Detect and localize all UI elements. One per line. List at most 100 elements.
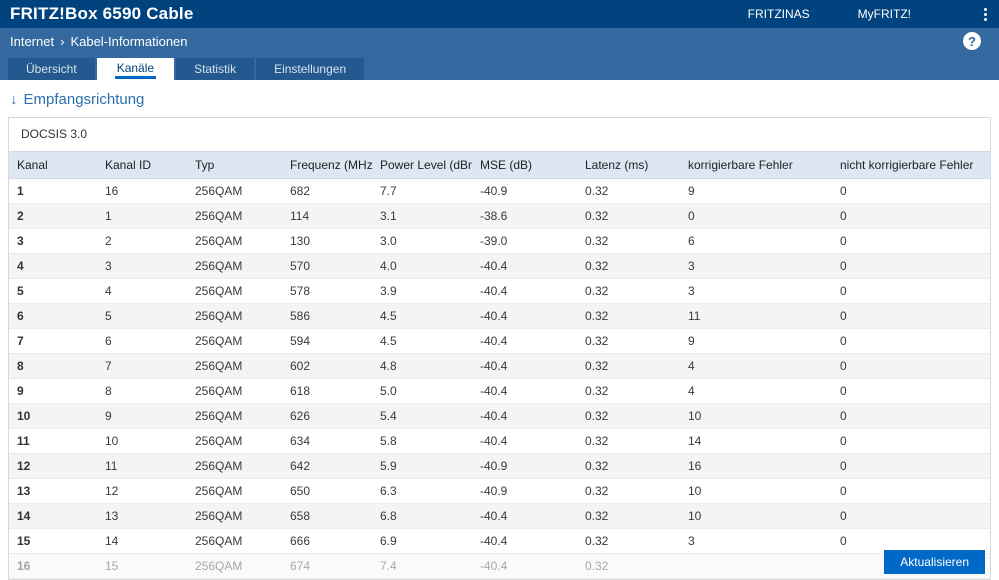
table-row: 10 9 256QAM 626 5.4 -40.4 0.32 10 0 — [9, 403, 990, 429]
top-link-fritznas[interactable]: FRITZINAS — [748, 7, 810, 21]
table-cell: 4 — [680, 378, 832, 404]
table-cell: 0.32 — [577, 253, 680, 279]
table-cell: 3 — [9, 228, 97, 254]
table-row: 1 16 256QAM 682 7.7 -40.9 0.32 9 0 — [9, 178, 990, 204]
table-cell: -40.4 — [472, 528, 577, 554]
tab-kanaele[interactable]: Kanäle — [96, 58, 175, 80]
tab-statistik[interactable]: Statistik — [176, 58, 255, 80]
column-header: Power Level (dBmV) — [372, 151, 472, 179]
table-cell: 14 — [680, 428, 832, 454]
table-row: 14 13 256QAM 658 6.8 -40.4 0.32 10 0 — [9, 503, 990, 529]
table-cell: 0 — [832, 503, 990, 529]
table-cell: 4 — [97, 278, 187, 304]
table-cell: 256QAM — [187, 478, 282, 504]
table-cell: 3.9 — [372, 278, 472, 304]
table-cell: 130 — [282, 228, 372, 254]
table-row: 15 14 256QAM 666 6.9 -40.4 0.32 3 0 — [9, 528, 990, 554]
table-cell: 16 — [680, 453, 832, 479]
table-cell: 256QAM — [187, 378, 282, 404]
table-cell: 0 — [832, 203, 990, 229]
column-header: Frequenz (MHz) — [282, 151, 372, 179]
table-cell: 7 — [9, 328, 97, 354]
table-cell: 13 — [97, 503, 187, 529]
table-cell: 0.32 — [577, 553, 680, 579]
section-heading-empfangsrichtung[interactable]: ↓ Empfangsrichtung — [0, 80, 999, 117]
table-cell: 9 — [9, 378, 97, 404]
column-header: MSE (dB) — [472, 151, 577, 179]
table-cell: 586 — [282, 303, 372, 329]
content-area: ↓ Empfangsrichtung DOCSIS 3.0 Kanal Kanal… — [0, 80, 999, 580]
table-cell: 0 — [832, 478, 990, 504]
table-cell: 0.32 — [577, 453, 680, 479]
table-cell: 0.32 — [577, 428, 680, 454]
table-cell: 0 — [832, 278, 990, 304]
table-row: 12 11 256QAM 642 5.9 -40.9 0.32 16 0 — [9, 453, 990, 479]
table-cell: 4 — [680, 353, 832, 379]
breadcrumb-bar: Internet › Kabel-Informationen ? — [0, 28, 999, 55]
help-icon[interactable]: ? — [963, 32, 981, 50]
collapse-arrow-icon: ↓ — [10, 91, 18, 108]
section-title: Empfangsrichtung — [23, 91, 145, 108]
table-cell: -40.4 — [472, 278, 577, 304]
table-cell: 0.32 — [577, 353, 680, 379]
table-cell: 0 — [832, 353, 990, 379]
table-cell: 0 — [680, 203, 832, 229]
table-cell: 11 — [680, 303, 832, 329]
table-cell: 578 — [282, 278, 372, 304]
table-row: 3 2 256QAM 130 3.0 -39.0 0.32 6 0 — [9, 228, 990, 254]
table-cell: 0.32 — [577, 178, 680, 204]
table-cell: 5.8 — [372, 428, 472, 454]
table-cell: 5.9 — [372, 453, 472, 479]
table-cell: 16 — [9, 553, 97, 579]
table-row: 5 4 256QAM 578 3.9 -40.4 0.32 3 0 — [9, 278, 990, 304]
table-cell: 594 — [282, 328, 372, 354]
table-cell: 642 — [282, 453, 372, 479]
table-cell: 0.32 — [577, 328, 680, 354]
table-cell: 0 — [832, 328, 990, 354]
tab-label: Kanäle — [114, 59, 157, 79]
table-cell: 6 — [9, 303, 97, 329]
breadcrumb-internet[interactable]: Internet — [10, 34, 54, 49]
table-cell: 5.0 — [372, 378, 472, 404]
table-cell: 2 — [9, 203, 97, 229]
tab-einstellungen[interactable]: Einstellungen — [256, 58, 365, 80]
table-cell: 7.7 — [372, 178, 472, 204]
table-cell: 7 — [97, 353, 187, 379]
table-cell: -40.4 — [472, 353, 577, 379]
table-cell: 0.32 — [577, 378, 680, 404]
table-cell: 650 — [282, 478, 372, 504]
table-cell: 256QAM — [187, 328, 282, 354]
table-cell: 114 — [282, 203, 372, 229]
table-cell: 8 — [9, 353, 97, 379]
refresh-button[interactable]: Aktualisieren — [884, 550, 985, 574]
kebab-menu-icon[interactable] — [977, 4, 993, 24]
table-cell: 634 — [282, 428, 372, 454]
table-cell: 4.5 — [372, 303, 472, 329]
table-cell: 10 — [97, 428, 187, 454]
table-cell: 3 — [97, 253, 187, 279]
table-cell: 11 — [9, 428, 97, 454]
table-cell: 602 — [282, 353, 372, 379]
table-cell: 12 — [9, 453, 97, 479]
breadcrumb-page: Kabel-Informationen — [70, 34, 188, 49]
tab-bar: Übersicht Kanäle Statistik Einstellungen — [0, 55, 999, 80]
table-cell: 256QAM — [187, 253, 282, 279]
app-title: FRITZ!Box 6590 Cable — [10, 4, 194, 23]
table-cell: 0 — [832, 428, 990, 454]
table-cell: 256QAM — [187, 178, 282, 204]
table-cell: -40.9 — [472, 178, 577, 204]
table-cell: 3.0 — [372, 228, 472, 254]
table-cell: 5 — [9, 278, 97, 304]
table-row: 4 3 256QAM 570 4.0 -40.4 0.32 3 0 — [9, 253, 990, 279]
channel-table: Kanal Kanal ID Typ Frequenz (MHz) Power Leve… — [9, 151, 990, 579]
table-cell: 658 — [282, 503, 372, 529]
table-cell: 9 — [680, 178, 832, 204]
table-row: 16 15 256QAM 674 7.4 -40.4 0.32 — [9, 553, 990, 579]
top-link-myfritz[interactable]: MyFRITZ! — [858, 7, 911, 21]
table-cell: 256QAM — [187, 453, 282, 479]
table-cell: 4.5 — [372, 328, 472, 354]
table-cell: 6.9 — [372, 528, 472, 554]
table-cell: 256QAM — [187, 428, 282, 454]
tab-uebersicht[interactable]: Übersicht — [8, 58, 95, 80]
table-cell: 10 — [680, 478, 832, 504]
